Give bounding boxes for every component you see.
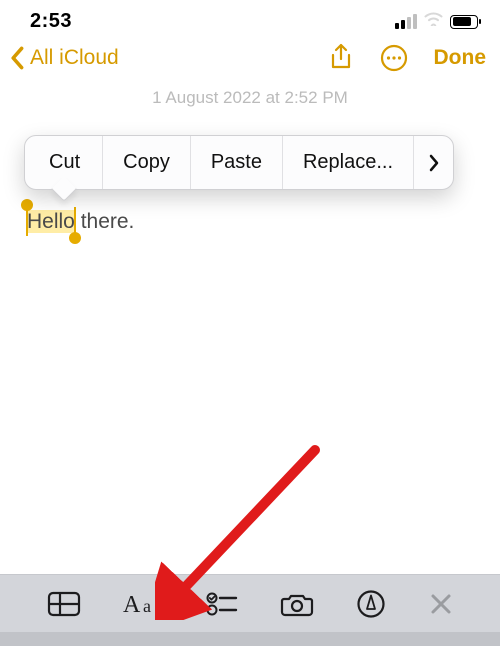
back-button[interactable]: All iCloud: [10, 46, 119, 70]
paste-button[interactable]: Paste: [191, 136, 283, 189]
more-circle-icon: [380, 44, 408, 72]
selection-handle-start[interactable]: [21, 199, 33, 211]
done-button[interactable]: Done: [434, 46, 487, 70]
battery-icon: [450, 15, 478, 29]
svg-text:a: a: [143, 596, 151, 616]
table-button[interactable]: [47, 590, 81, 618]
more-button[interactable]: [380, 44, 408, 72]
table-icon: [47, 590, 81, 618]
note-body[interactable]: Hello there.: [27, 210, 480, 234]
wifi-icon: [423, 10, 444, 31]
status-bar: 2:53: [0, 0, 500, 37]
menu-next-button[interactable]: [414, 136, 453, 189]
close-button[interactable]: [429, 592, 453, 616]
camera-button[interactable]: [280, 591, 314, 617]
text-selection[interactable]: Hello: [27, 210, 75, 234]
svg-text:A: A: [123, 592, 141, 618]
selected-text: Hello: [27, 210, 75, 233]
back-label: All iCloud: [30, 46, 119, 70]
cellular-signal-icon: [395, 14, 417, 29]
text-context-menu: Cut Copy Paste Replace...: [24, 135, 454, 190]
chevron-left-icon: [10, 46, 26, 70]
checklist-button[interactable]: [206, 591, 238, 617]
pen-circle-icon: [356, 589, 386, 619]
camera-icon: [280, 591, 314, 617]
replace-button[interactable]: Replace...: [283, 136, 414, 189]
selection-handle-end[interactable]: [69, 232, 81, 244]
status-icons: [395, 11, 478, 32]
share-button[interactable]: [328, 43, 354, 73]
note-date: 1 August 2022 at 2:52 PM: [0, 88, 500, 108]
keyboard-toolbar: A a: [0, 574, 500, 632]
markup-button[interactable]: [356, 589, 386, 619]
navigation-bar: All iCloud Done: [0, 37, 500, 81]
close-icon: [429, 592, 453, 616]
checklist-icon: [206, 591, 238, 617]
text-format-icon: A a: [123, 590, 163, 618]
share-icon: [328, 43, 354, 73]
status-time: 2:53: [30, 10, 72, 33]
keyboard-peek: [0, 632, 500, 646]
copy-button[interactable]: Copy: [103, 136, 191, 189]
chevron-right-icon: [428, 153, 440, 173]
format-button[interactable]: A a: [123, 590, 163, 618]
note-text-rest: there.: [75, 210, 135, 233]
